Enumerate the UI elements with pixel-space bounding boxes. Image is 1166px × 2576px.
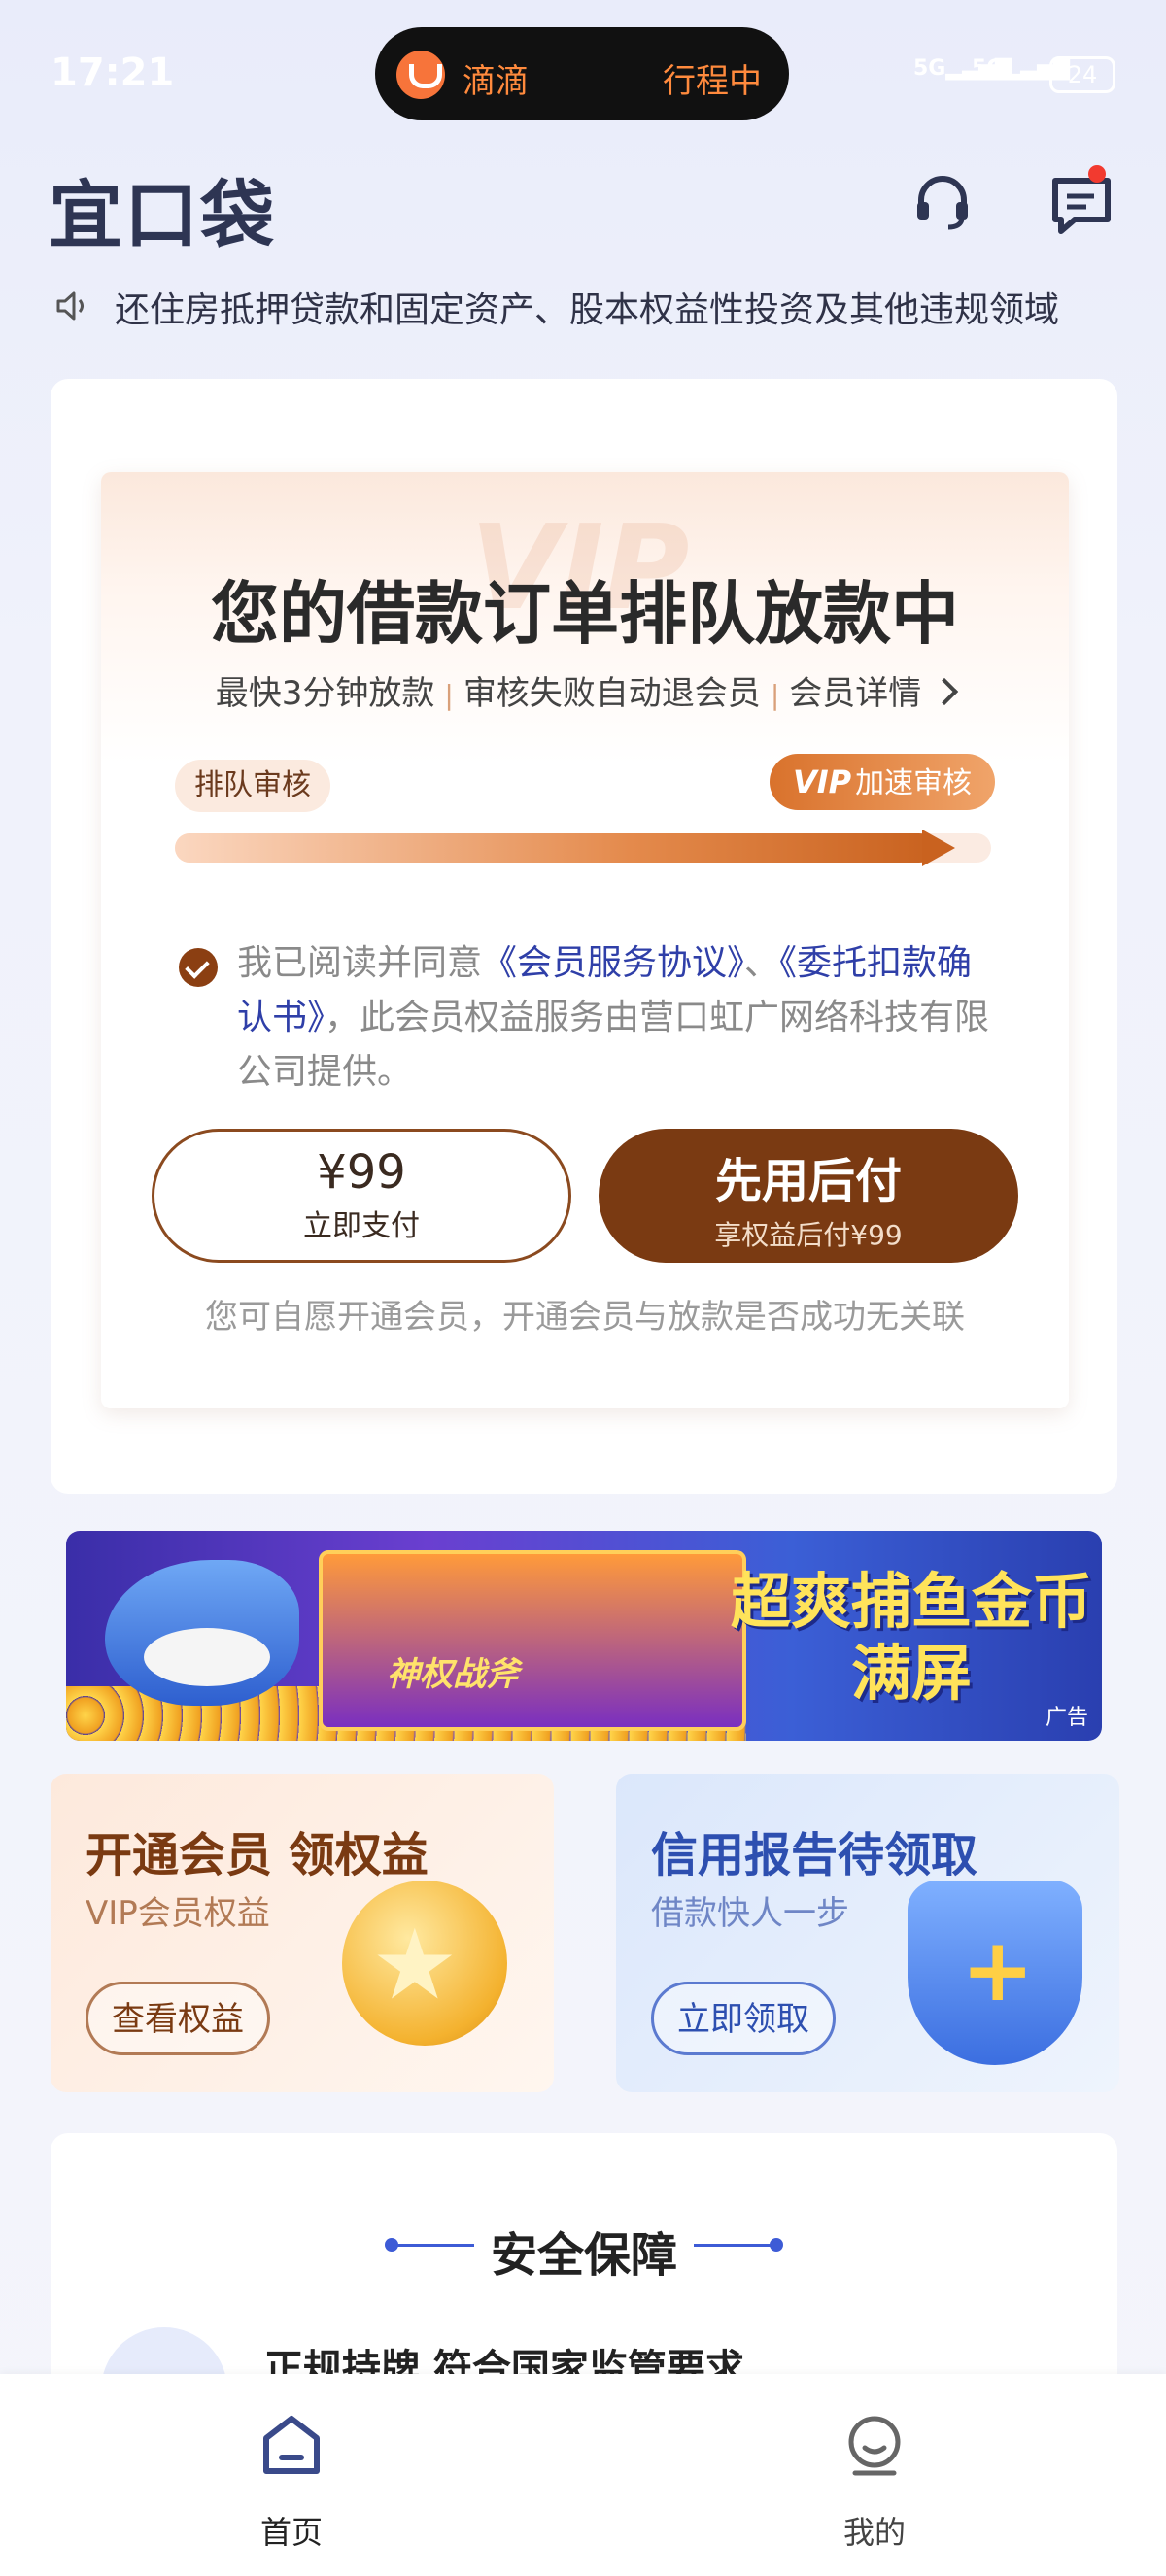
pay-now-label: 立即支付 bbox=[303, 1209, 420, 1243]
pay-later-label: 先用后付 bbox=[714, 1154, 902, 1208]
vip-queue-panel: VIP 您的借款订单排队放款中 最快3分钟放款 | 审核失败自动退会员 | 会员详情 排… bbox=[101, 472, 1069, 1408]
shark-belly bbox=[144, 1628, 270, 1686]
pay-now-button[interactable]: ¥99 立即支付 bbox=[152, 1129, 571, 1263]
pay-later-button[interactable]: 先用后付 享权益后付¥99 bbox=[599, 1129, 1018, 1263]
chevron-right-icon[interactable] bbox=[931, 677, 959, 705]
home-icon bbox=[263, 2416, 320, 2474]
ad-banner[interactable]: 神权战斧 超爽捕鱼金币满屏 广告 bbox=[66, 1531, 1102, 1741]
slot-machine-graphic bbox=[319, 1550, 746, 1731]
claim-now-button[interactable]: 立即领取 bbox=[651, 1982, 836, 2055]
credit-card-subtitle: 借款快人一步 bbox=[651, 1894, 849, 1933]
status-time: 17:21 bbox=[51, 51, 175, 95]
didi-trip-status: 行程中 bbox=[663, 62, 762, 101]
unread-dot bbox=[1088, 165, 1106, 183]
ad-title: 超爽捕鱼金币满屏 bbox=[730, 1566, 1092, 1709]
tab-mine-label: 我的 bbox=[842, 2514, 906, 2551]
progress-fill bbox=[175, 833, 934, 863]
member-details-link[interactable]: 会员详情 bbox=[789, 674, 921, 713]
credit-card-title: 信用报告待领取 bbox=[651, 1828, 978, 1882]
vip-badge: VIP bbox=[792, 763, 852, 800]
vip-accelerate-tag[interactable]: VIP 加速审核 bbox=[770, 754, 995, 810]
progress-track bbox=[175, 830, 991, 866]
view-benefits-button[interactable]: 查看权益 bbox=[86, 1982, 270, 2055]
membership-disclaimer: 您可自愿开通会员，开通会员与放款是否成功无关联 bbox=[205, 1298, 965, 1337]
rocket-icon bbox=[922, 830, 955, 866]
headset-icon[interactable] bbox=[911, 171, 974, 233]
vip-benefits-card[interactable]: ★ 开通会员 领权益 VIP会员权益 查看权益 bbox=[51, 1774, 554, 2092]
vip-accelerate-label: 加速审核 bbox=[855, 766, 973, 800]
pay-later-sub: 享权益后付¥99 bbox=[714, 1219, 903, 1251]
agreement-separator: 、 bbox=[744, 943, 780, 983]
feature-fast-loan: 最快3分钟放款 bbox=[215, 674, 435, 713]
plus-icon: + bbox=[961, 1919, 1035, 2021]
battery-icon: 24 bbox=[1049, 56, 1115, 93]
security-title: 安全保障 bbox=[490, 2228, 677, 2283]
tab-mine[interactable]: 我的 bbox=[836, 2413, 913, 2551]
didi-logo-icon bbox=[396, 51, 445, 99]
didi-app-name: 滴滴 bbox=[463, 62, 529, 101]
tab-home[interactable]: 首页 bbox=[253, 2413, 330, 2551]
agreement-text: 我已阅读并同意《会员服务协议》、《委托扣款确认书》，此会员权益服务由营口虹广网络… bbox=[237, 936, 1005, 1100]
message-icon[interactable] bbox=[1049, 173, 1114, 237]
star-icon: ★ bbox=[371, 1908, 459, 2021]
status-bar: 17:21 滴滴 行程中 5G▂▃▅▇ 5G▂▃▅▇ 24 bbox=[0, 0, 1166, 146]
loan-status-title: 您的借款订单排队放款中 bbox=[211, 574, 959, 654]
agreement-checkbox[interactable] bbox=[179, 948, 218, 987]
vip-card-subtitle: VIP会员权益 bbox=[86, 1894, 270, 1933]
didi-live-activity[interactable]: 滴滴 行程中 bbox=[375, 27, 789, 120]
credit-report-card[interactable]: + 信用报告待领取 借款快人一步 立即领取 bbox=[616, 1774, 1119, 2092]
agreement-suffix: ，此会员权益服务由营口虹广网络科技有限公司提供。 bbox=[237, 998, 990, 1092]
loan-status-card: VIP 您的借款订单排队放款中 最快3分钟放款 | 审核失败自动退会员 | 会员详情 排… bbox=[51, 379, 1117, 1494]
notice-bar[interactable]: 还住房抵押贷款和固定资产、股本权益性投资及其他违规领域 bbox=[54, 282, 1123, 330]
tab-home-label: 首页 bbox=[259, 2514, 323, 2551]
profile-icon bbox=[848, 2416, 901, 2476]
queue-review-tag: 排队审核 bbox=[175, 760, 330, 812]
member-service-agreement-link[interactable]: 《会员服务协议》 bbox=[482, 943, 744, 983]
vip-card-title: 开通会员 领权益 bbox=[86, 1828, 429, 1882]
pay-price: ¥99 bbox=[317, 1145, 406, 1200]
speaker-icon bbox=[56, 291, 84, 321]
notice-text: 还住房抵押贷款和固定资产、股本权益性投资及其他违规领域 bbox=[115, 290, 1060, 330]
tab-bar: 首页 我的 bbox=[0, 2374, 1166, 2576]
agreement-prefix: 我已阅读并同意 bbox=[237, 943, 483, 983]
feature-auto-refund: 审核失败自动退会员 bbox=[463, 674, 761, 713]
ad-slot-text: 神权战斧 bbox=[387, 1655, 519, 1694]
ad-label: 广告 bbox=[1045, 1706, 1088, 1730]
app-logo: 宜口袋 bbox=[49, 172, 276, 258]
title-deco-line bbox=[694, 2244, 772, 2247]
feature-row: 最快3分钟放款 | 审核失败自动退会员 | 会员详情 bbox=[101, 666, 1069, 714]
title-deco-dot bbox=[770, 2238, 783, 2252]
